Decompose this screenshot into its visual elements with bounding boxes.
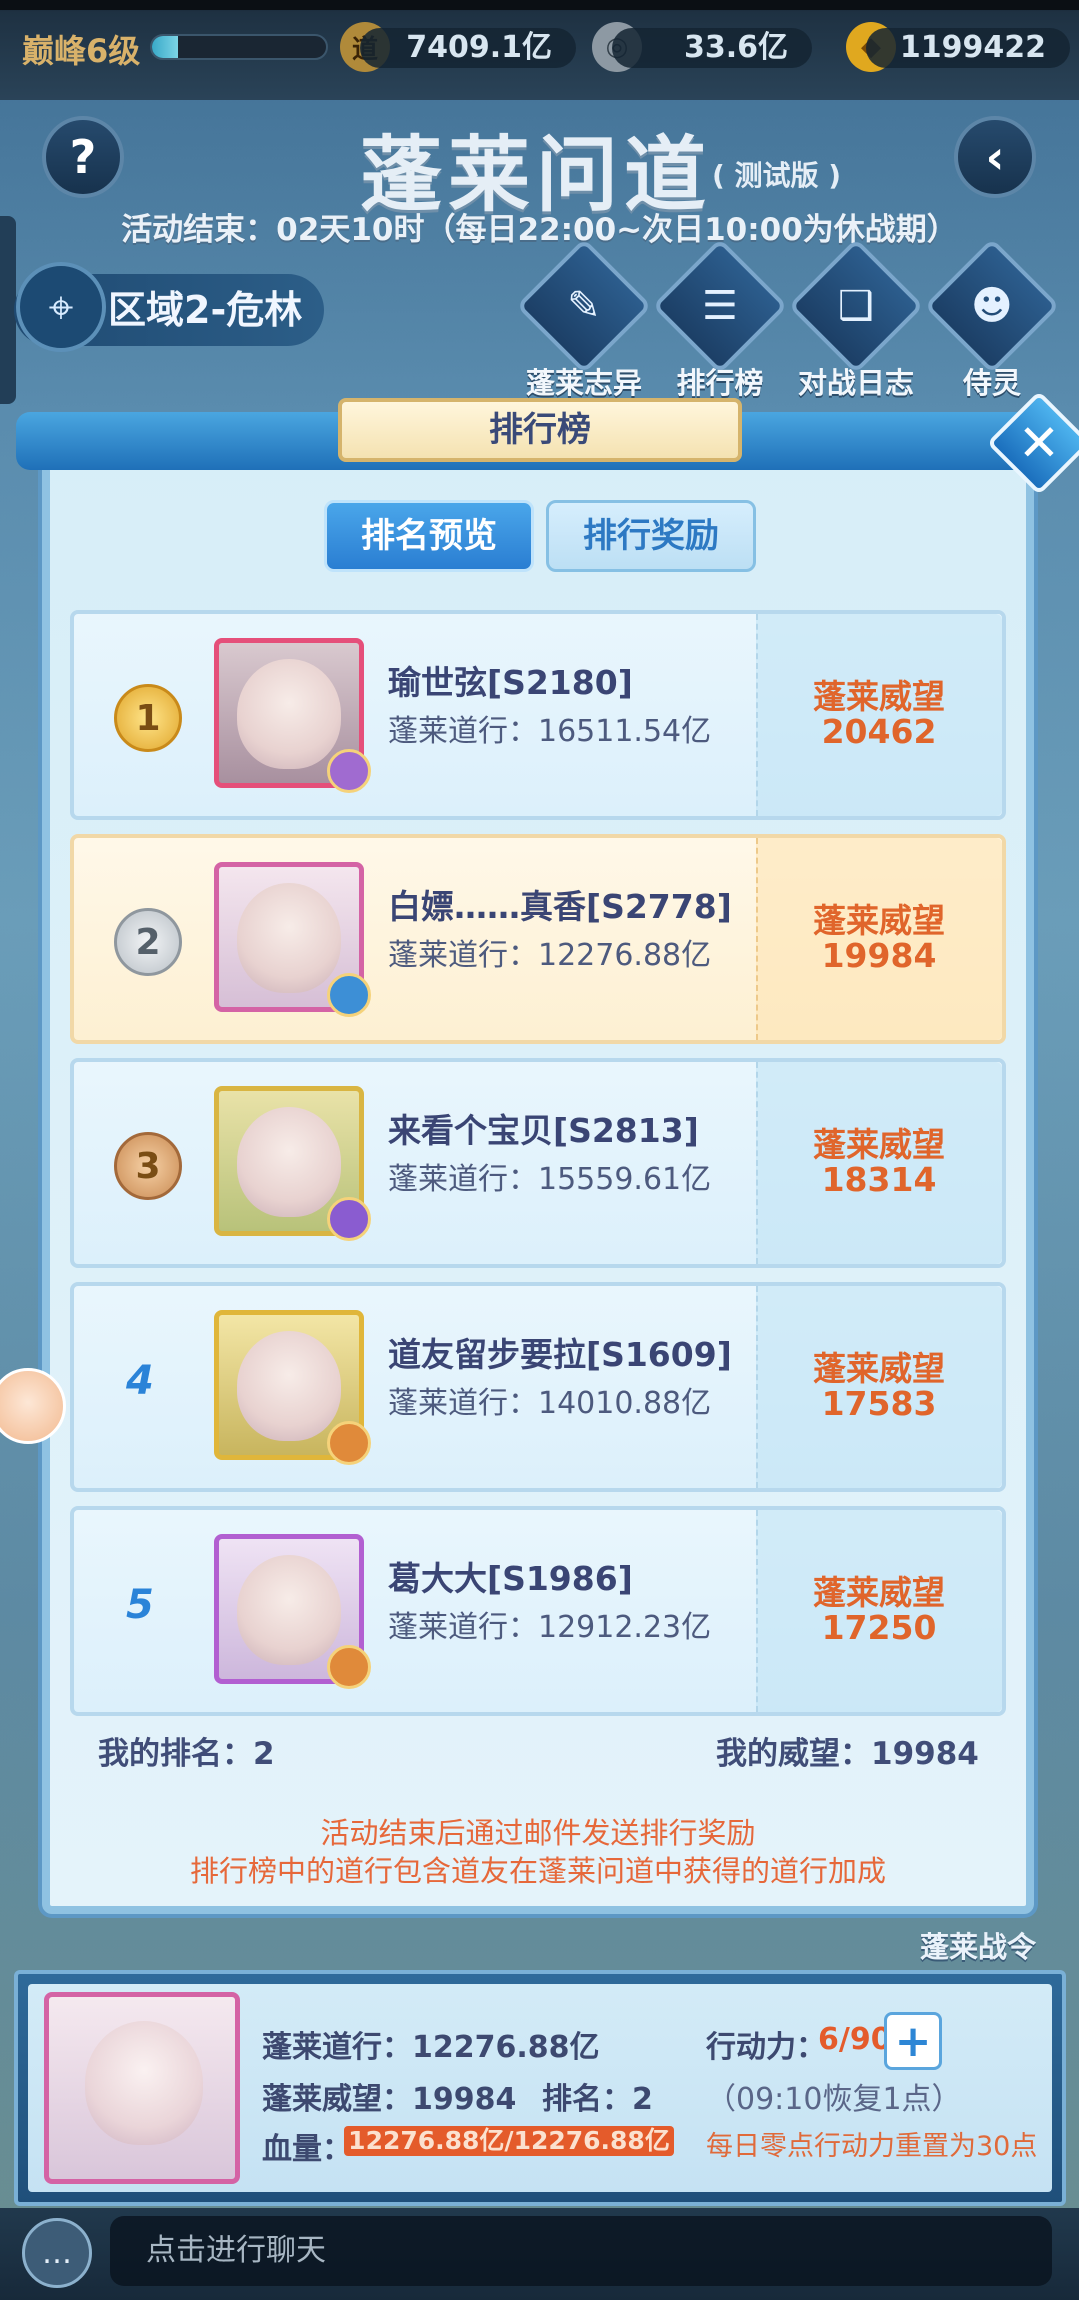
hp-bar: 12276.88亿/12276.88亿 [344, 2126, 674, 2156]
back-button[interactable]: ‹ [954, 116, 1036, 198]
player-name: 白嫖……真香[S2778] [388, 887, 732, 926]
resource-bar: 巅峰6级 道 7409.1亿 ◎ 33.6亿 ◆ 1199422 [0, 0, 1079, 100]
event-countdown: 活动结束：02天10时（每日22:00~次日10:00为休战期） [121, 212, 958, 248]
avatar[interactable] [214, 1534, 371, 1689]
avatar[interactable] [214, 1086, 371, 1241]
my-avatar[interactable] [44, 1992, 240, 2184]
level-progress-fill [152, 36, 179, 58]
leaderboard-row[interactable]: 5 葛大大[S1986] 蓬莱道行：12912.23亿 蓬莱威望 17250 [70, 1506, 1006, 1716]
question-icon: ? [69, 130, 97, 184]
player-daoxing: 蓬莱道行：16511.54亿 [388, 714, 712, 749]
feature-spirit[interactable]: ☻ 侍灵 [924, 238, 1060, 402]
player-daoxing: 蓬莱道行：15559.61亿 [388, 1162, 712, 1197]
chat-input[interactable]: 点击进行聊天 [110, 2216, 1052, 2286]
avatar-face [237, 1107, 341, 1217]
avatar[interactable] [214, 1310, 371, 1465]
prestige-value: 19984 [821, 936, 937, 975]
action-label: 行动力： [706, 2030, 826, 2065]
player-name: 道友留步要拉[S1609] [388, 1335, 732, 1374]
spirit-icon: ☻ [924, 238, 1060, 374]
leaderboard-row[interactable]: 1 瑜世弦[S2180] 蓬莱道行：16511.54亿 蓬莱威望 20462 [70, 610, 1006, 820]
leaderboard-row[interactable]: 4 道友留步要拉[S1609] 蓬莱道行：14010.88亿 蓬莱威望 1758… [70, 1282, 1006, 1492]
avatar-face [237, 659, 341, 769]
leaderboard-row[interactable]: 3 来看个宝贝[S2813] 蓬莱道行：15559.61亿 蓬莱威望 18314 [70, 1058, 1006, 1268]
feature-leaderboard[interactable]: ☰ 排行榜 [652, 238, 788, 402]
prestige-label: 蓬莱威望 [813, 1349, 945, 1388]
rank-badge-icon [327, 1197, 371, 1241]
prestige-value: 20462 [821, 712, 937, 751]
daoxing-note: 排行榜中的道行包含道友在蓬莱问道中获得的道行加成 [189, 1854, 886, 1888]
avatar-face [237, 1555, 341, 1665]
action-value: 6/90 [818, 2022, 892, 2057]
avatar-face [237, 883, 341, 993]
plus-icon: + [894, 2015, 932, 2067]
book-icon: ❑ [788, 238, 924, 374]
action-recover-time: （09:10恢复1点） [706, 2082, 962, 2117]
gold-value: 1199422 [866, 28, 1070, 68]
rank-badge-icon [327, 749, 371, 793]
my-prestige-panel: 蓬莱威望：19984 [262, 2082, 517, 2117]
leaderboard-icon: ☰ [652, 238, 788, 374]
feature-battle-log[interactable]: ❑ 对战日志 [788, 238, 924, 402]
back-arrow-icon: ‹ [985, 130, 1005, 184]
rank-number: 5 [126, 1582, 154, 1628]
prestige-label: 蓬莱威望 [813, 901, 945, 940]
player-name: 来看个宝贝[S2813] [388, 1111, 699, 1150]
player-name: 瑜世弦[S2180] [388, 663, 633, 702]
reward-note: 活动结束后通过邮件发送排行奖励 [320, 1816, 756, 1850]
prestige-value: 17250 [821, 1608, 937, 1647]
prestige-label: 蓬莱威望 [813, 677, 945, 716]
battle-order-button[interactable]: 蓬莱战令 [920, 1924, 1036, 1966]
avatar-face [237, 1331, 341, 1441]
peak-level: 巅峰6级 [22, 32, 141, 70]
tab-rank-rewards[interactable]: 排行奖励 [546, 500, 756, 572]
prestige-value: 17583 [821, 1384, 937, 1423]
rank-badge-icon [327, 1421, 371, 1465]
my-prestige: 我的威望：19984 [716, 1736, 979, 1772]
my-rank-panel: 排名：2 [542, 2082, 653, 2117]
player-name: 葛大大[S1986] [388, 1559, 633, 1598]
tab-rank-preview[interactable]: 排名预览 [324, 500, 534, 572]
modal-title: 排行榜 [338, 398, 742, 462]
status-strip [0, 0, 1079, 10]
prestige-label: 蓬莱威望 [813, 1125, 945, 1164]
scroll-icon: ✎ [516, 238, 652, 374]
hp-label: 血量： [262, 2132, 352, 2167]
silver-value: 33.6亿 [612, 28, 812, 68]
rank-badge-icon [327, 1645, 371, 1689]
level-progress-bar [150, 34, 328, 60]
my-daoxing: 蓬莱道行：12276.88亿 [262, 2030, 600, 2065]
version-tag: ( 测试版 ) [712, 159, 842, 192]
chat-bubble-icon[interactable]: … [22, 2218, 92, 2288]
action-reset-note: 每日零点行动力重置为30点 [706, 2131, 1038, 2162]
avatar[interactable] [214, 862, 371, 1017]
gold-medal-icon: 1 [114, 684, 182, 752]
silver-medal-icon: 2 [114, 908, 182, 976]
prestige-label: 蓬莱威望 [813, 1573, 945, 1612]
close-icon[interactable]: ✕ [1002, 406, 1076, 480]
avatar[interactable] [214, 638, 371, 793]
avatar-face [85, 2021, 203, 2145]
map-pin-icon: ⌖ [16, 262, 106, 352]
leaderboard-row-self[interactable]: 2 白嫖……真香[S2778] 蓬莱道行：12276.88亿 蓬莱威望 1998… [70, 834, 1006, 1044]
feature-penglai-stories[interactable]: ✎ 蓬莱志异 [516, 238, 652, 402]
player-daoxing: 蓬莱道行：14010.88亿 [388, 1386, 712, 1421]
help-button[interactable]: ? [42, 116, 124, 198]
add-action-button[interactable]: + [884, 2012, 942, 2070]
prestige-value: 18314 [821, 1160, 937, 1199]
bronze-medal-icon: 3 [114, 1132, 182, 1200]
player-daoxing: 蓬莱道行：12276.88亿 [388, 938, 712, 973]
rank-badge-icon [327, 973, 371, 1017]
daoxing-value: 7409.1亿 [360, 28, 576, 68]
my-rank: 我的排名：2 [98, 1736, 275, 1772]
player-daoxing: 蓬莱道行：12912.23亿 [388, 1610, 712, 1645]
rank-number: 4 [126, 1358, 154, 1404]
